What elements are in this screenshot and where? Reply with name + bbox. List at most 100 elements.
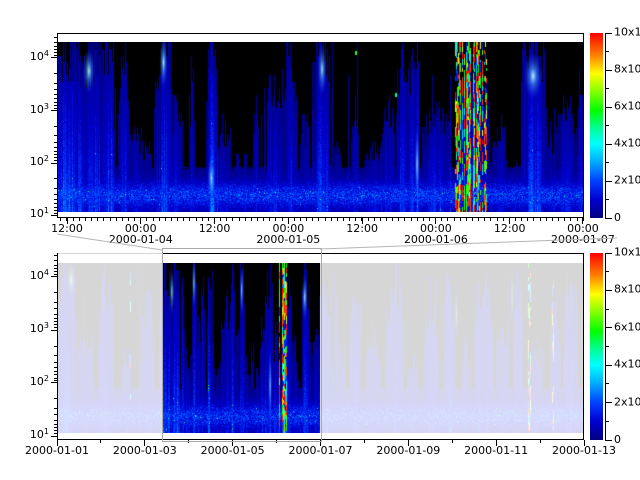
colorbar-gradient-top xyxy=(590,33,603,218)
x-minor-tick xyxy=(533,218,534,221)
zoom-selection-box[interactable] xyxy=(162,248,322,442)
y-minor-tick xyxy=(54,380,57,381)
y-major-tick xyxy=(51,330,57,331)
colorbar-minor-tick xyxy=(605,421,609,422)
x-tick-label: 2000-01-03 xyxy=(113,445,177,457)
context-dimmed-region-left xyxy=(58,253,162,439)
y-minor-tick xyxy=(54,46,57,47)
y-minor-tick xyxy=(54,420,57,421)
colorbar-major-tick xyxy=(605,253,612,254)
y-tick-label: 103 xyxy=(0,322,49,335)
colorbar-minor-tick xyxy=(605,162,609,163)
y-minor-tick xyxy=(54,207,57,208)
colorbar-major-tick xyxy=(605,33,612,34)
colorbar-tick-label: 10x107 xyxy=(614,27,640,40)
y-minor-tick xyxy=(54,408,57,409)
colorbar-major-tick xyxy=(605,327,612,328)
x-minor-tick xyxy=(306,218,307,221)
colorbar-minor-tick xyxy=(605,88,609,89)
y-minor-tick xyxy=(54,308,57,309)
y-tick-label: 103 xyxy=(0,103,49,116)
x-tick-label: 2000-01-07 xyxy=(289,445,353,457)
x-minor-tick xyxy=(177,218,178,221)
x-tick-label: 2000-01-09 xyxy=(376,445,440,457)
colorbar-minor-tick xyxy=(605,346,609,347)
x-tick-date-label: 2000-01-04 xyxy=(109,234,173,246)
x-tick-date-label: 2000-01-05 xyxy=(256,234,320,246)
x-minor-tick xyxy=(103,218,104,221)
x-minor-tick xyxy=(478,218,479,221)
y-minor-tick xyxy=(54,37,57,38)
y-minor-tick xyxy=(54,367,57,368)
colorbar-minor-tick xyxy=(605,125,609,126)
x-minor-tick xyxy=(331,218,332,221)
y-minor-tick xyxy=(54,430,57,431)
y-minor-tick xyxy=(54,210,57,211)
y-major-tick xyxy=(51,57,57,58)
y-major-tick xyxy=(51,163,57,164)
x-minor-tick xyxy=(564,218,565,221)
y-minor-tick xyxy=(54,203,57,204)
x-minor-tick xyxy=(503,218,504,221)
y-major-tick xyxy=(51,276,57,277)
y-minor-tick xyxy=(54,126,57,127)
x-tick-date-label: 2000-01-07 xyxy=(551,234,615,246)
y-minor-tick xyxy=(54,371,57,372)
colorbar-tick-label: 0 xyxy=(614,434,621,446)
x-minor-tick xyxy=(392,218,393,221)
x-minor-tick xyxy=(577,218,578,221)
x-tick-label: 2000-01-01 xyxy=(25,445,89,457)
x-minor-tick xyxy=(447,218,448,221)
x-minor-tick xyxy=(570,218,571,221)
colorbar-major-tick xyxy=(605,107,612,108)
y-minor-tick xyxy=(54,398,57,399)
x-minor-tick xyxy=(153,218,154,221)
x-tick-label: 12:00 xyxy=(494,223,526,235)
y-minor-tick xyxy=(54,378,57,379)
y-minor-tick xyxy=(54,424,57,425)
colorbar-minor-tick xyxy=(605,199,609,200)
y-minor-tick xyxy=(54,268,57,269)
y-minor-tick xyxy=(54,105,57,106)
x-minor-tick xyxy=(183,218,184,221)
y-minor-tick xyxy=(54,151,57,152)
x-minor-tick xyxy=(452,440,453,443)
y-minor-tick xyxy=(54,213,57,214)
y-minor-tick xyxy=(54,362,57,363)
x-minor-tick xyxy=(312,218,313,221)
colorbar-tick-label: 2x107 xyxy=(614,175,640,188)
x-minor-tick xyxy=(159,218,160,221)
colorbar-major-tick xyxy=(605,144,612,145)
y-minor-tick xyxy=(54,346,57,347)
y-tick-label: 102 xyxy=(0,375,49,388)
x-minor-tick xyxy=(91,218,92,221)
x-minor-tick xyxy=(110,218,111,221)
x-minor-tick xyxy=(251,218,252,221)
x-minor-tick xyxy=(460,218,461,221)
x-minor-tick xyxy=(441,218,442,221)
y-minor-tick xyxy=(54,42,57,43)
x-minor-tick xyxy=(417,218,418,221)
y-minor-tick xyxy=(54,83,57,84)
spectrogram-figure: 12:0000:002000-01-0412:0000:002000-01-05… xyxy=(0,0,640,480)
x-minor-tick xyxy=(282,218,283,221)
x-minor-tick xyxy=(423,218,424,221)
colorbar-tick-label: 10x107 xyxy=(614,247,640,260)
x-minor-tick xyxy=(349,218,350,221)
y-tick-label: 102 xyxy=(0,155,49,168)
x-minor-tick xyxy=(60,218,61,221)
y-minor-tick xyxy=(54,318,57,319)
y-minor-tick xyxy=(54,89,57,90)
spectrogram-canvas-top[interactable] xyxy=(58,42,583,212)
x-minor-tick xyxy=(189,218,190,221)
x-tick-date-label: 2000-01-06 xyxy=(404,234,468,246)
colorbar-minor-tick xyxy=(605,309,609,310)
y-major-tick xyxy=(51,436,57,437)
colorbar-minor-tick xyxy=(605,271,609,272)
x-tick-label: 12:00 xyxy=(51,223,83,235)
y-minor-tick xyxy=(54,194,57,195)
x-minor-tick xyxy=(368,218,369,221)
x-minor-tick xyxy=(540,440,541,443)
x-minor-tick xyxy=(527,218,528,221)
colorbar-tick-label: 2x107 xyxy=(614,396,640,409)
